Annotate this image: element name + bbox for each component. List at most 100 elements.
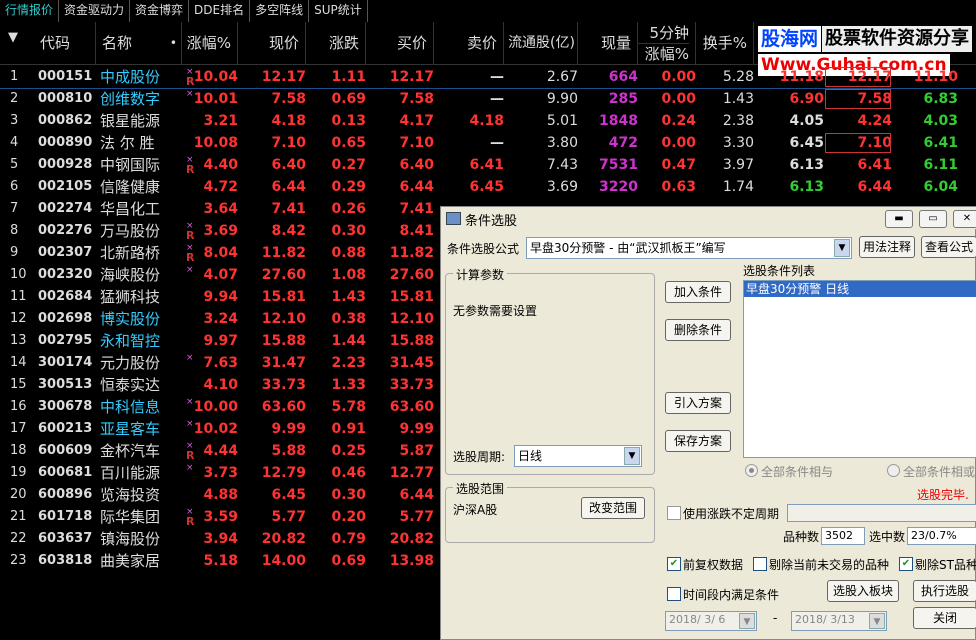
col-name[interactable]: 名称 • [96, 22, 182, 64]
period-select[interactable]: 日线 ▼ [514, 445, 642, 467]
cell-fz: 0.47 [661, 157, 696, 173]
cell-e2: 4.24 [857, 113, 892, 129]
cell-xj: 8.42 [271, 223, 306, 239]
col-turnover[interactable]: 换手% [696, 22, 754, 64]
cell-name: 创维数字 [100, 90, 161, 108]
cell-name: 银星能源 [100, 112, 161, 130]
exclude-st-label: 剔除ST品种 [915, 558, 976, 572]
tab-3[interactable]: DDE排名 [189, 0, 251, 22]
table-row[interactable]: 2 000810 创维数字 10.01 7.58 0.69 7.58—9.90 285 0.00… [0, 88, 976, 110]
cell-name: 百川能源 [100, 464, 161, 482]
cell-code: 300678 [38, 399, 93, 414]
usage-notes-button[interactable]: 用法注释 [859, 236, 915, 258]
col-change[interactable]: 涨跌 [306, 22, 366, 64]
exclude-untraded-checkbox[interactable] [753, 557, 767, 571]
minimize-icon[interactable]: ▬ [885, 210, 913, 228]
cell-fz: 0.00 [661, 91, 696, 107]
add-condition-button[interactable]: 加入条件 [665, 281, 731, 303]
date-to-field[interactable]: 2018/ 3/13 ▼ [791, 611, 887, 631]
cell-mj: 7.58 [399, 91, 434, 107]
col-volume[interactable]: 现量 [578, 22, 638, 64]
tab-5[interactable]: SUP统计 [309, 0, 368, 22]
cell-zd: 1.44 [331, 333, 366, 349]
radio-or[interactable] [887, 464, 900, 477]
cell-xj: 6.40 [271, 157, 306, 173]
delete-condition-button[interactable]: 删除条件 [665, 319, 731, 341]
time-cond-checkbox[interactable] [667, 587, 681, 601]
to-block-button[interactable]: 选股入板块 [827, 580, 899, 602]
cell-num: 1 [10, 69, 19, 84]
date-from-field[interactable]: 2018/ 3/ 6 ▼ [665, 611, 757, 631]
chevron-down-icon: ▼ [739, 613, 755, 629]
cell-zd: 1.11 [331, 69, 366, 85]
cell-num: 5 [10, 157, 19, 172]
change-range-button[interactable]: 改变范围 [581, 497, 645, 519]
cell-num: 15 [10, 377, 27, 392]
exclude-st-checkbox[interactable]: ✔ [899, 557, 913, 571]
cell-xl: 472 [608, 135, 638, 151]
cell-hs: 3.97 [722, 157, 754, 173]
tab-1[interactable]: 资金驱动力 [59, 0, 131, 22]
cell-lt: 9.90 [546, 91, 578, 107]
condition-list[interactable]: 早盘30分预警 日线 [743, 280, 976, 458]
col-bid[interactable]: 买价 [366, 22, 434, 64]
cell-name: 海峡股份 [100, 266, 161, 284]
formula-select[interactable]: 早盘30分预警 - 由“武汉抓板王”编写 ▼ [526, 237, 852, 259]
col-code[interactable]: 代码 [34, 22, 96, 64]
table-row[interactable]: 3 000862 银星能源 3.21 4.18 0.13 4.17 4.18 5.01 1848 0… [0, 110, 976, 132]
var-period-checkbox[interactable] [667, 506, 681, 520]
close-icon[interactable]: ✕ [953, 210, 976, 228]
list-item[interactable]: 早盘30分预警 日线 [744, 281, 976, 297]
radio-and[interactable] [745, 464, 758, 477]
close-button[interactable]: 关闭 [913, 607, 976, 629]
col-5min[interactable]: 5分钟 涨幅% [638, 22, 696, 64]
cell-lt: 3.69 [546, 179, 578, 195]
table-row[interactable]: 6 002105 信隆健康 4.72 6.44 0.29 6.44 6.45 3.69 3220 0… [0, 176, 976, 198]
cell-zd: 0.38 [331, 311, 366, 327]
cell-xl: 1848 [599, 113, 638, 129]
var-period-field[interactable] [787, 504, 976, 522]
cell-mj: 9.99 [399, 421, 434, 437]
cell-xj: 63.60 [261, 399, 306, 415]
fq-checkbox[interactable]: ✔ [667, 557, 681, 571]
col-price[interactable]: 现价 [238, 22, 306, 64]
cell-zd: 0.46 [331, 465, 366, 481]
cell-e1: 4.05 [789, 113, 824, 129]
sort-arrow-icon[interactable]: ▼ [8, 30, 18, 45]
cell-xj: 14.00 [261, 553, 306, 569]
tab-0[interactable]: 行情报价 [0, 0, 60, 22]
cell-code: 600681 [38, 465, 93, 480]
col-float-shares[interactable]: 流通股(亿) [504, 22, 578, 64]
marker-x-icon: × [186, 89, 194, 99]
cell-zd: 0.30 [331, 487, 366, 503]
col-ask[interactable]: 卖价 [434, 22, 504, 64]
cell-zd: 0.20 [331, 509, 366, 525]
watermark-site: 股海网 [758, 26, 822, 52]
view-formula-button[interactable]: 查看公式 [921, 236, 976, 258]
execute-button[interactable]: 执行选股 [913, 580, 976, 602]
col-change-pct[interactable]: 涨幅% [182, 22, 238, 64]
formula-label: 条件选股公式 [447, 242, 520, 256]
cell-mc: 6.41 [469, 157, 504, 173]
chevron-down-icon: ▼ [869, 613, 885, 629]
tab-4[interactable]: 多空阵线 [250, 0, 310, 22]
cell-code: 300174 [38, 355, 93, 370]
cell-name: 华昌化工 [100, 200, 161, 218]
cell-xj: 4.18 [271, 113, 306, 129]
save-plan-button[interactable]: 保存方案 [665, 430, 731, 452]
import-plan-button[interactable]: 引入方案 [665, 392, 731, 414]
cell-mj: 20.82 [389, 531, 434, 547]
count-label: 品种数 [783, 530, 820, 544]
no-params-text: 无参数需要设置 [453, 304, 538, 318]
table-row[interactable]: 5 000928 中钢国际 4.40 6.40 0.27 6.40 6.41 7.43 7531 0… [0, 154, 976, 176]
cell-num: 19 [10, 465, 27, 480]
table-row[interactable]: 1 000151 中成股份 10.04 12.17 1.11 12.17—2.67 664 0.… [0, 66, 976, 89]
cell-xj: 15.81 [261, 289, 306, 305]
cell-xj: 6.44 [271, 179, 306, 195]
cell-name: 曲美家居 [100, 552, 161, 570]
maximize-icon[interactable]: ▭ [919, 210, 947, 228]
range-value: 沪深A股 [453, 503, 498, 517]
table-row[interactable]: 4 000890 法 尔 胜 10.08 7.10 0.65 7.10 — 3.80 472 0.0… [0, 132, 976, 154]
cell-e1: 6.90 [789, 91, 824, 107]
tab-2[interactable]: 资金博弈 [130, 0, 190, 22]
